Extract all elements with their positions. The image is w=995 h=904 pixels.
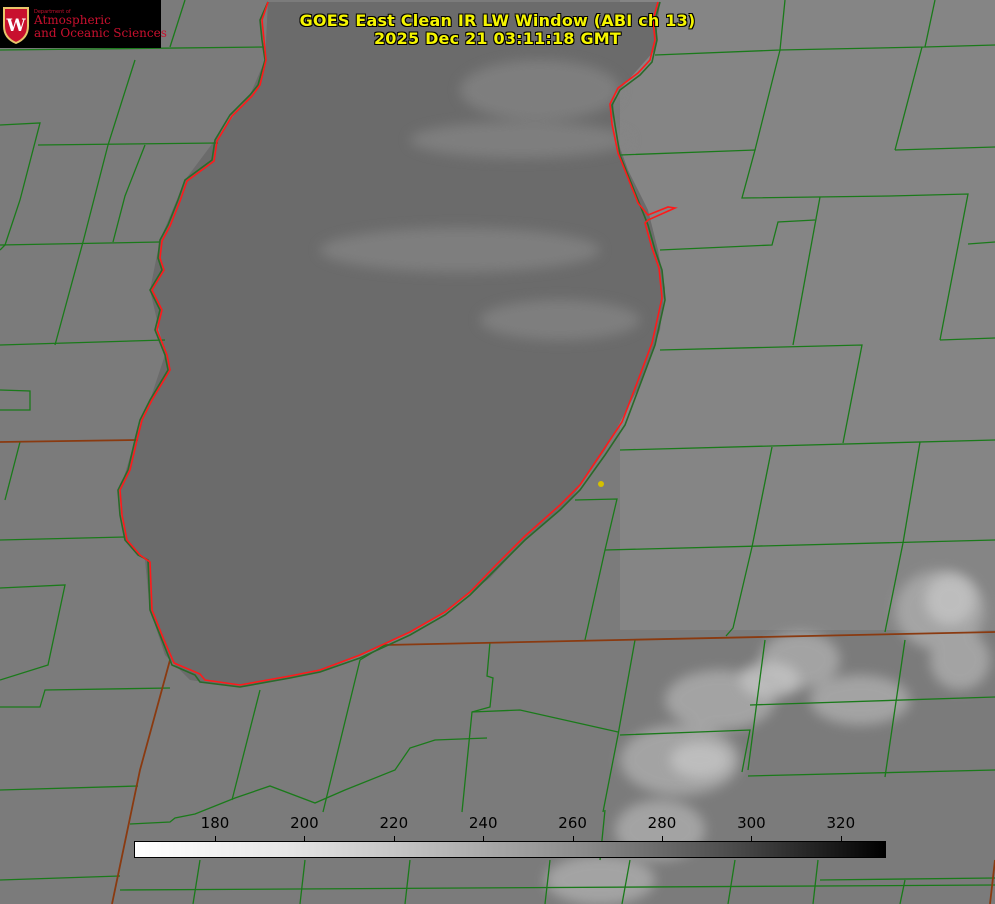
colorbar-tick-mark	[662, 836, 663, 841]
temperature-colorbar	[134, 841, 886, 858]
colorbar-tick-label: 200	[290, 814, 319, 832]
colorbar-tick-mark	[840, 836, 842, 841]
colorbar-tick-label: 220	[379, 814, 409, 832]
location-marker	[598, 481, 604, 487]
satellite-map	[0, 0, 995, 904]
satellite-image-viewer: W Department of Atmospheric and Oceanic …	[0, 0, 995, 904]
colorbar-tick-label: 300	[737, 814, 766, 832]
image-timestamp: 2025 Dec 21 03:11:18 GMT	[373, 29, 622, 48]
colorbar-tick-mark	[751, 836, 753, 841]
colorbar-tick-label: 280	[647, 814, 677, 832]
colorbar-tick-label: 240	[468, 814, 498, 832]
colorbar-tick-mark	[483, 836, 485, 841]
colorbar-tick-label: 180	[200, 814, 230, 832]
colorbar-tick-label: 260	[558, 814, 587, 832]
image-title: GOES East Clean IR LW Window (ABI ch 13)	[299, 11, 696, 30]
colorbar-tick-label: 320	[826, 814, 856, 832]
land-east-shading	[620, 0, 995, 630]
colorbar-tick-mark	[393, 836, 395, 841]
colorbar-tick-mark	[215, 836, 216, 841]
colorbar-tick-mark	[304, 836, 306, 841]
colorbar-tick-mark	[572, 836, 574, 841]
